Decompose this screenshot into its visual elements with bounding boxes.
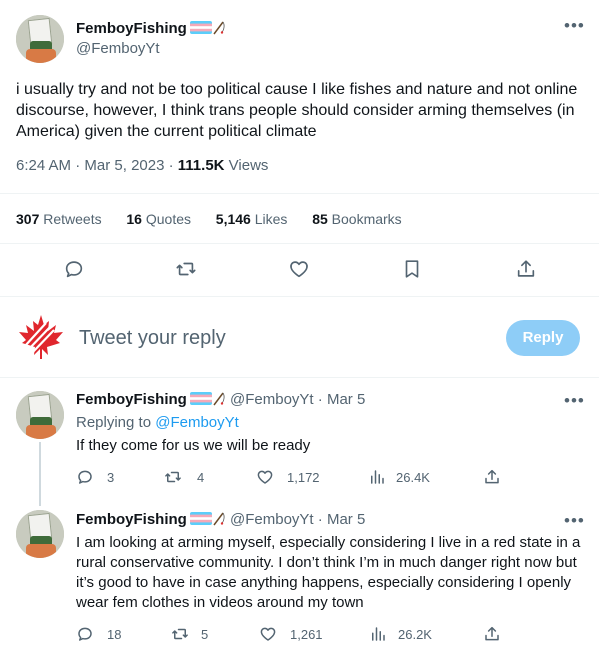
retweet-icon[interactable] — [175, 258, 197, 280]
trans-flag-icon — [189, 21, 212, 34]
replying-to: Replying to @FemboyYt — [76, 414, 239, 431]
reply-handle[interactable]: @FemboyYt — [230, 511, 314, 528]
comment-icon[interactable] — [76, 625, 94, 643]
tweet-time[interactable]: 6:24 AM — [16, 157, 71, 174]
retweet-icon[interactable] — [164, 468, 182, 486]
retweet-count: 5 — [201, 627, 209, 642]
divider — [0, 193, 599, 194]
reply-actions: 3 4 1,172 26.4K — [76, 468, 586, 488]
trans-flag-icon — [189, 392, 212, 405]
heart-icon[interactable] — [288, 258, 310, 280]
author-display-name[interactable]: FemboyFishing — [76, 20, 187, 37]
reply-handle[interactable]: @FemboyYt — [230, 391, 314, 408]
reply-date[interactable]: Mar 5 — [327, 511, 365, 528]
tweet-meta: 6:24 AM · Mar 5, 2023 · 111.5K Views — [16, 157, 268, 174]
tweet-date[interactable]: Mar 5, 2023 — [84, 157, 164, 174]
reply-text: I am looking at arming myself, especiall… — [76, 534, 581, 611]
replying-to-label: Replying to — [76, 414, 152, 431]
more-icon[interactable]: ••• — [564, 511, 585, 531]
thread-line — [39, 442, 41, 506]
likes-count: 5,146 — [215, 211, 251, 227]
fishing-pole-icon — [213, 392, 225, 406]
views-label: Views — [228, 157, 269, 174]
retweet-icon[interactable] — [171, 625, 189, 643]
tweet-body: i usually try and not be too political c… — [16, 81, 578, 140]
like-count: 1,261 — [290, 627, 323, 642]
author-name-row: FemboyFishing — [76, 20, 226, 38]
quotes-label: Quotes — [145, 211, 191, 227]
reply-display-name[interactable]: FemboyFishing — [76, 391, 187, 408]
views-count: 111.5K — [177, 157, 225, 174]
retweets-stat[interactable]: 307 Retweets — [16, 211, 102, 227]
divider — [0, 243, 599, 244]
fishing-pole-icon — [213, 512, 225, 526]
bookmarks-stat[interactable]: 85 Bookmarks — [312, 211, 402, 227]
meta-separator: · — [75, 157, 81, 174]
divider — [0, 296, 599, 297]
retweets-count: 307 — [16, 211, 40, 227]
likes-label: Likes — [254, 211, 288, 227]
reply-display-name[interactable]: FemboyFishing — [76, 511, 187, 528]
author-handle[interactable]: @FemboyYt — [76, 40, 160, 57]
more-icon[interactable]: ••• — [564, 16, 585, 36]
share-icon[interactable] — [515, 258, 537, 280]
author-avatar[interactable] — [16, 15, 64, 63]
quotes-count: 16 — [126, 211, 142, 227]
heart-icon[interactable] — [256, 468, 274, 486]
engagement-stats: 307 Retweets 16 Quotes 5,146 Likes 85 Bo… — [16, 211, 402, 227]
share-icon[interactable] — [483, 625, 501, 643]
share-icon[interactable] — [483, 468, 501, 486]
views-count: 26.4K — [396, 470, 430, 485]
more-icon[interactable]: ••• — [564, 391, 585, 411]
maple-leaf-avatar[interactable] — [16, 313, 66, 361]
bookmark-icon[interactable] — [401, 258, 423, 280]
views-icon[interactable] — [368, 468, 386, 486]
fishing-pole-icon — [213, 21, 225, 35]
reply-count: 3 — [107, 470, 115, 485]
divider — [0, 377, 599, 378]
comment-icon[interactable] — [63, 258, 85, 280]
reply-avatar[interactable] — [16, 510, 64, 558]
reply-text: If they come for us we will be ready — [76, 437, 311, 454]
retweets-label: Retweets — [43, 211, 102, 227]
meta-separator: · — [317, 511, 323, 528]
reply-header: FemboyFishing @FemboyYt · Mar 5 — [76, 391, 365, 408]
quotes-stat[interactable]: 16 Quotes — [126, 211, 191, 227]
heart-icon[interactable] — [259, 625, 277, 643]
reply-button[interactable]: Reply — [506, 320, 580, 356]
like-count: 1,172 — [287, 470, 320, 485]
reply-header: FemboyFishing @FemboyYt · Mar 5 — [76, 511, 365, 528]
bookmarks-label: Bookmarks — [331, 211, 402, 227]
reply-count: 18 — [107, 627, 122, 642]
views-icon[interactable] — [369, 625, 387, 643]
retweet-count: 4 — [197, 470, 205, 485]
views-count: 26.2K — [398, 627, 432, 642]
comment-icon[interactable] — [76, 468, 94, 486]
reply-input[interactable]: Tweet your reply — [79, 327, 226, 350]
likes-stat[interactable]: 5,146 Likes — [216, 211, 288, 227]
replying-to-handle[interactable]: @FemboyYt — [155, 414, 239, 431]
reply-date[interactable]: Mar 5 — [327, 391, 365, 408]
bookmarks-count: 85 — [312, 211, 328, 227]
trans-flag-icon — [189, 512, 212, 525]
meta-separator: · — [317, 391, 323, 408]
reply-avatar[interactable] — [16, 391, 64, 439]
reply-actions: 18 5 1,261 26.2K — [76, 625, 586, 645]
meta-separator: · — [168, 157, 174, 174]
